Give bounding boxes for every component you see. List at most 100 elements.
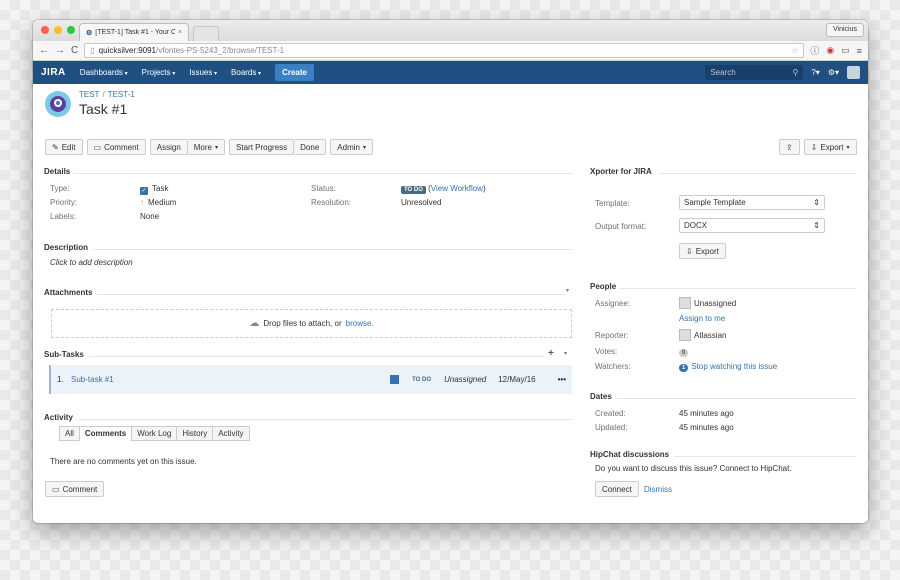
stop-watching-link[interactable]: Stop watching this issue xyxy=(691,362,777,371)
details-heading[interactable]: Details xyxy=(44,167,70,176)
more-options-icon[interactable]: ••• xyxy=(558,375,566,384)
comment-icon: ▭ xyxy=(52,484,60,494)
subtask-assignee: Unassigned xyxy=(443,375,487,384)
activity-divider xyxy=(79,419,573,420)
attachments-options-icon[interactable]: ▾ xyxy=(566,287,569,294)
start-progress-button[interactable]: Start Progress xyxy=(229,139,295,155)
done-button[interactable]: Done xyxy=(294,139,327,155)
no-comments-text: There are no comments yet on this issue. xyxy=(50,457,197,466)
page-icon: ▯ xyxy=(90,46,95,55)
description-heading[interactable]: Description xyxy=(44,243,88,252)
cast-icon[interactable]: ▭ xyxy=(841,45,850,56)
resolution-value: Unresolved xyxy=(401,198,442,207)
hipchat-heading[interactable]: HipChat discussions xyxy=(590,450,669,459)
description-divider xyxy=(93,249,573,250)
subtask-title[interactable]: Sub-task #1 xyxy=(71,375,390,384)
tab-work-log[interactable]: Work Log xyxy=(131,426,178,441)
hipchat-dismiss-link[interactable]: Dismiss xyxy=(644,485,672,494)
search-icon: ⚲ xyxy=(792,68,799,77)
hipchat-connect-button[interactable]: Connect xyxy=(595,481,639,497)
hipchat-text: Do you want to discuss this issue? Conne… xyxy=(595,464,792,473)
info-icon[interactable]: ⓘ xyxy=(810,44,819,57)
more-button[interactable]: More xyxy=(187,139,226,155)
subtask-number: 1. xyxy=(57,375,64,384)
tab-activity[interactable]: Activity xyxy=(212,426,250,441)
xporter-export-button[interactable]: ⇩ Export xyxy=(679,243,726,259)
table-row[interactable]: 1. Sub-task #1 TO DO Unassigned 12/May/1… xyxy=(49,365,572,394)
output-format-value: DOCX xyxy=(684,221,708,230)
subtasks-options-icon[interactable]: ▾ xyxy=(564,350,567,357)
edit-button[interactable]: ✎ Edit xyxy=(45,139,83,155)
create-button[interactable]: Create xyxy=(275,64,314,81)
close-window-button[interactable] xyxy=(41,26,49,34)
forward-icon[interactable]: → xyxy=(55,45,65,56)
attachment-dropzone[interactable]: ☁ Drop files to attach, or browse. xyxy=(51,309,572,338)
nav-dashboards[interactable]: Dashboards xyxy=(80,68,128,77)
issue-summary[interactable]: Task #1 xyxy=(79,101,135,117)
menu-icon[interactable]: ≡ xyxy=(857,46,862,56)
tab-all[interactable]: All xyxy=(59,426,80,441)
subtask-type-icon xyxy=(390,375,400,384)
browser-user-button[interactable]: Vinicius xyxy=(826,23,864,37)
admin-button[interactable]: Admin xyxy=(330,139,373,155)
user-avatar[interactable] xyxy=(847,66,860,79)
search-input[interactable]: Search ⚲ xyxy=(705,65,804,80)
reporter-value[interactable]: Atlassian xyxy=(679,329,726,341)
extension-icon[interactable]: ◉ xyxy=(826,45,834,56)
view-workflow-link[interactable]: View Workflow xyxy=(431,184,483,193)
new-tab-button[interactable] xyxy=(193,26,219,41)
assignee-text: Unassigned xyxy=(694,299,737,308)
nav-projects[interactable]: Projects xyxy=(142,68,176,77)
breadcrumb-issue-key[interactable]: TEST-1 xyxy=(108,90,135,99)
assignee-value[interactable]: Unassigned xyxy=(679,297,736,309)
output-format-select[interactable]: DOCX ⇕ xyxy=(679,218,825,233)
activity-heading[interactable]: Activity xyxy=(44,413,73,422)
nav-issues[interactable]: Issues xyxy=(189,68,217,77)
people-heading[interactable]: People xyxy=(590,282,616,291)
select-arrows-icon: ⇕ xyxy=(813,221,820,230)
assign-to-me-link[interactable]: Assign to me xyxy=(679,314,725,323)
tab-comments[interactable]: Comments xyxy=(78,426,133,441)
details-divider xyxy=(73,173,573,174)
share-button[interactable]: ⇪ xyxy=(779,139,800,155)
add-subtask-icon[interactable]: + xyxy=(548,348,554,359)
updated-label: Updated: xyxy=(595,423,628,432)
votes-label: Votes: xyxy=(595,347,618,356)
description-field[interactable]: Click to add description xyxy=(50,258,133,267)
project-avatar[interactable] xyxy=(45,90,71,117)
type-text: Task xyxy=(152,184,169,193)
dates-heading[interactable]: Dates xyxy=(590,392,612,401)
browser-tab[interactable]: ⚙ [TEST-1] Task #1 - Your C × xyxy=(79,23,189,41)
bookmark-star-icon[interactable]: ☆ xyxy=(791,46,798,55)
attachments-heading[interactable]: Attachments xyxy=(44,288,92,297)
back-icon[interactable]: ← xyxy=(39,45,49,56)
close-tab-icon[interactable]: × xyxy=(178,29,182,36)
xporter-heading[interactable]: Xporter for JIRA xyxy=(590,167,652,176)
subtask-status: TO DO xyxy=(412,376,431,383)
tab-history[interactable]: History xyxy=(176,426,214,441)
priority-text: Medium xyxy=(148,198,177,207)
assign-button[interactable]: Assign xyxy=(149,139,188,155)
reload-icon[interactable]: C xyxy=(71,45,78,56)
browse-link[interactable]: browse. xyxy=(346,319,374,328)
help-icon[interactable]: ?▾ xyxy=(811,68,819,77)
labels-value[interactable]: None xyxy=(140,212,159,221)
breadcrumb-project[interactable]: TEST xyxy=(79,90,99,99)
browser-tab-title: [TEST-1] Task #1 - Your C xyxy=(95,29,175,36)
workflow-group: Start Progress Done xyxy=(229,139,327,155)
export-dropdown-button[interactable]: ⇩ Export xyxy=(803,139,857,155)
comment-button[interactable]: ▭ Comment xyxy=(86,139,146,155)
subtasks-heading[interactable]: Sub-Tasks xyxy=(44,350,84,359)
add-comment-button[interactable]: ▭ Comment xyxy=(45,481,105,497)
activity-tabs: All Comments Work Log History Activity xyxy=(59,426,250,441)
template-select[interactable]: Sample Template ⇕ xyxy=(679,195,825,210)
priority-value: ↑ Medium xyxy=(140,198,176,207)
minimize-window-button[interactable] xyxy=(54,26,62,34)
maximize-window-button[interactable] xyxy=(67,26,75,34)
votes-value[interactable]: 0 xyxy=(679,347,689,357)
people-divider xyxy=(619,288,856,289)
settings-gear-icon[interactable]: ⚙▾ xyxy=(828,68,839,77)
address-bar[interactable]: ▯ quicksilver:9091/vfontes-PS-5243_2/bro… xyxy=(84,43,805,58)
jira-logo[interactable]: JIRA xyxy=(41,67,66,78)
nav-boards[interactable]: Boards xyxy=(231,68,261,77)
